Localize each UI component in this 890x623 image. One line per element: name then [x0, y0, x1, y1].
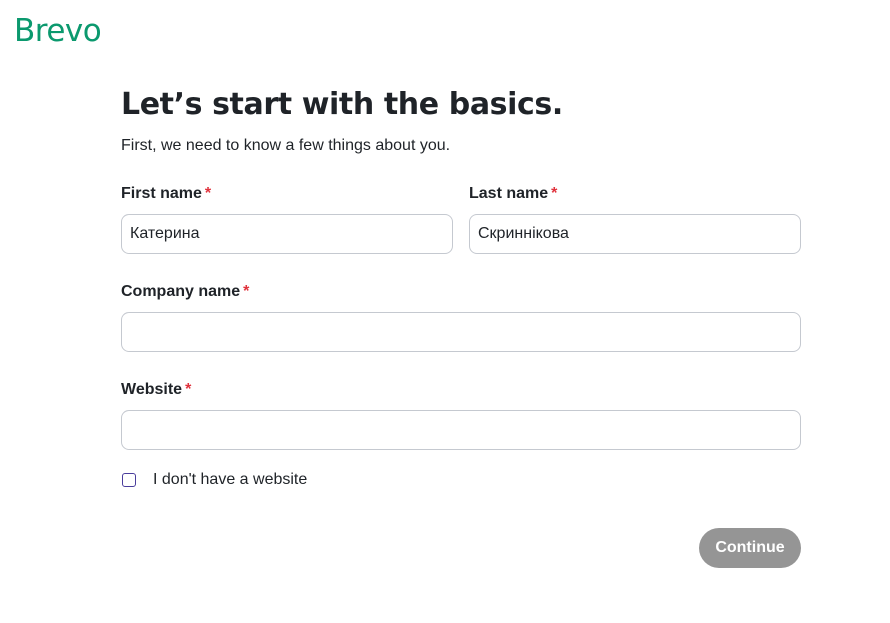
company-name-label: Company name * [121, 282, 801, 302]
page-subtitle: First, we need to know a few things abou… [121, 137, 451, 154]
last-name-input[interactable] [469, 214, 801, 254]
last-name-label-text: Last name [469, 185, 549, 202]
name-row: First name* Last name* [121, 184, 801, 254]
no-website-checkbox[interactable] [122, 473, 136, 487]
required-asterisk: * [204, 185, 212, 202]
page-title: Let’s start with the basics. [121, 87, 563, 122]
required-asterisk: * [551, 185, 558, 202]
signup-page: Brevo Let’s start with the basics. First… [0, 0, 890, 623]
company-name-field: Company name * [121, 282, 801, 352]
last-name-field: Last name * [469, 184, 801, 254]
required-asterisk: * [243, 283, 250, 300]
basics-form: Let’s start with the basics. First, we n… [121, 84, 801, 490]
website-field: Website * [121, 380, 801, 450]
first-name-input[interactable] [121, 214, 453, 254]
last-name-label: Last name * [469, 184, 801, 204]
no-website-label[interactable]: I don't have a website [153, 470, 307, 490]
first-name-label-text: First name [121, 185, 202, 202]
website-label-text: Website [121, 381, 183, 398]
first-name-label: First name * [121, 184, 453, 204]
no-website-option[interactable]: I don't have a website [121, 470, 801, 490]
website-label: Website * [121, 380, 801, 400]
required-asterisk: * [185, 381, 192, 398]
continue-button[interactable]: Continue [699, 528, 801, 568]
company-name-label-text: Company name [121, 283, 241, 300]
brevo-logo: Brevo [14, 13, 102, 49]
website-input[interactable] [121, 410, 801, 450]
first-name-field: First name * [121, 184, 453, 254]
company-name-input[interactable] [121, 312, 801, 352]
